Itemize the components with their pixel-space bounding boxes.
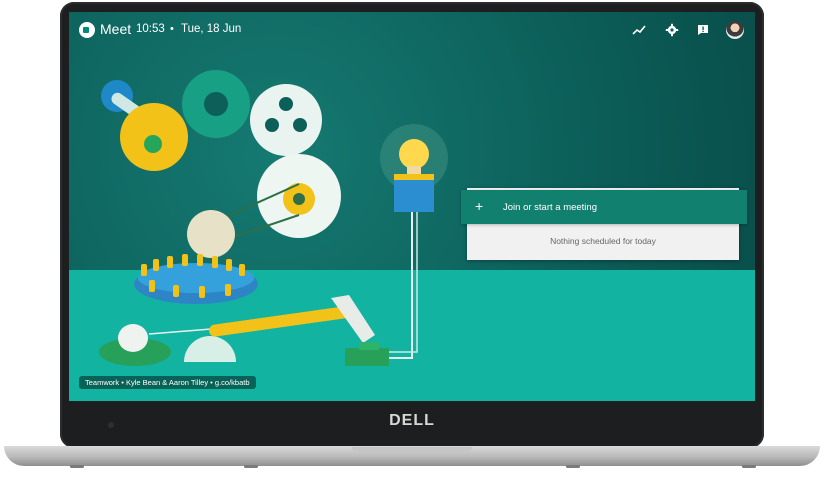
white-drum xyxy=(118,324,148,352)
wallpaper-credit[interactable]: Teamwork • Kyle Bean & Aaron Tilley • g.… xyxy=(79,376,256,389)
app-title: Meet xyxy=(100,21,132,37)
hammer-handle xyxy=(209,305,358,337)
empty-schedule-text: Nothing scheduled for today xyxy=(550,236,656,246)
teal-gear-hub xyxy=(204,92,228,116)
white-gear-top xyxy=(250,84,322,156)
trending-icon[interactable] xyxy=(632,23,646,37)
clock-date: Tue, 18 Jun xyxy=(181,23,242,35)
feedback-icon[interactable] xyxy=(696,23,710,37)
half-disc xyxy=(184,336,236,362)
laptop-foot xyxy=(566,465,580,468)
video-camera-icon xyxy=(79,22,95,38)
app-screen: Meet 10:53 • Tue, 18 Jun + Join or start… xyxy=(69,12,755,401)
white-gear-top-hole-3 xyxy=(293,118,307,132)
gear-icon[interactable] xyxy=(665,23,679,37)
beige-cog xyxy=(187,210,235,258)
join-meeting-label: Join or start a meeting xyxy=(503,202,597,213)
green-switch-top xyxy=(359,342,379,350)
top-bar: Meet 10:53 • Tue, 18 Jun xyxy=(69,12,755,50)
green-knob xyxy=(144,135,162,153)
white-gear-top-hole-2 xyxy=(265,118,279,132)
yellow-pulley-hub xyxy=(293,193,305,205)
avatar[interactable] xyxy=(726,21,744,39)
laptop-foot xyxy=(244,465,258,468)
device-brand-logo: DELL xyxy=(389,412,435,429)
lamp-box-top xyxy=(394,174,434,180)
separator-dot: • xyxy=(170,23,174,35)
laptop-foot xyxy=(742,465,756,468)
white-gear-top-hole-1 xyxy=(279,97,293,111)
lamp-box xyxy=(394,176,434,212)
laptop-base-notch xyxy=(352,447,472,453)
lamp-wire xyxy=(389,212,413,359)
green-switch xyxy=(345,348,389,366)
clock-time: 10:53 xyxy=(136,23,165,35)
webcam-icon xyxy=(108,422,114,428)
plus-icon: + xyxy=(475,198,484,214)
bulb xyxy=(399,139,429,169)
laptop-foot xyxy=(70,465,84,468)
join-meeting-button[interactable]: + Join or start a meeting xyxy=(461,190,747,224)
